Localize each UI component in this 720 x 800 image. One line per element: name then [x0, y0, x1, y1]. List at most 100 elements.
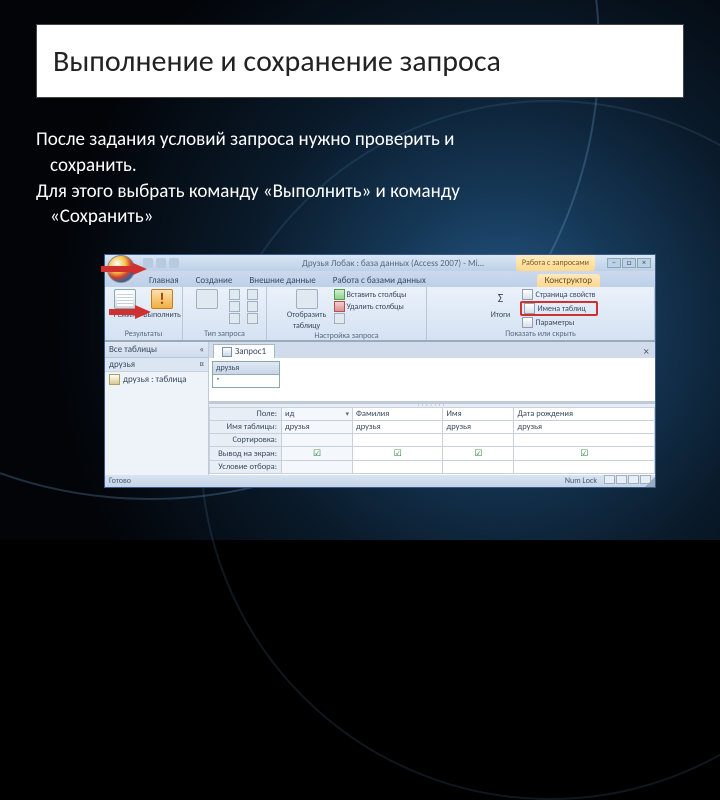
grid-cell[interactable]: [352, 461, 442, 474]
document-tabs: Запрос1 ×: [209, 342, 655, 358]
return-button[interactable]: [332, 313, 409, 324]
view-switcher[interactable]: [603, 475, 651, 487]
datasheet-icon: [114, 289, 136, 309]
grid-cell[interactable]: Дата рождения: [514, 408, 655, 421]
parameters-button[interactable]: Параметры: [520, 317, 597, 328]
button-label: Страница свойств: [535, 290, 595, 300]
query-icon: [229, 289, 240, 300]
grid-cell[interactable]: Фамилия: [352, 408, 442, 421]
table-icon: [109, 374, 120, 385]
nav-group[interactable]: друзья ¤: [105, 358, 208, 372]
grid-cell[interactable]: друзья: [282, 421, 353, 434]
querytype-button[interactable]: [245, 313, 260, 324]
grid-cell[interactable]: ид▾: [282, 408, 353, 421]
tab-create[interactable]: Создание: [188, 274, 241, 287]
delete-columns-button[interactable]: Удалить столбцы: [332, 301, 409, 312]
querytype-button[interactable]: [227, 301, 242, 312]
button-label: таблицу: [293, 321, 320, 331]
maximize-button[interactable]: □: [622, 258, 636, 268]
insert-icon: [334, 289, 345, 300]
table-field-list[interactable]: друзья *: [212, 361, 280, 388]
button-label: Имена таблиц: [537, 304, 585, 314]
grid-cell[interactable]: ☑: [282, 447, 353, 461]
button-label: Параметры: [535, 318, 574, 328]
resize-grip[interactable]: [645, 477, 655, 487]
query-icon: [229, 313, 240, 324]
quick-access-toolbar[interactable]: [143, 258, 179, 268]
nav-item-table[interactable]: друзья : таблица: [105, 372, 208, 387]
delete-icon: [334, 301, 345, 312]
document-tab-label: Запрос1: [235, 346, 266, 357]
checkbox-checked-icon[interactable]: ☑: [517, 448, 651, 459]
nav-header[interactable]: Все таблицы «: [105, 342, 208, 358]
button-label: Итоги: [491, 310, 510, 320]
query-icon: [247, 301, 258, 312]
select-query-button[interactable]: [190, 289, 224, 309]
grid-cell[interactable]: [443, 461, 514, 474]
grid-cell[interactable]: [352, 434, 442, 447]
document-tab[interactable]: Запрос1: [213, 344, 275, 358]
return-icon: [334, 313, 345, 324]
checkbox-checked-icon[interactable]: ☑: [446, 448, 510, 459]
view-icon[interactable]: [604, 475, 615, 484]
grid-cell[interactable]: ☑: [443, 447, 514, 461]
querytype-button[interactable]: [245, 301, 260, 312]
navigation-pane: Все таблицы « друзья ¤ друзья : таблица: [105, 342, 209, 475]
row-criteria-label: Условие отбора:: [210, 461, 282, 474]
body-line: Для этого выбрать команду «Выполнить» и …: [36, 180, 684, 204]
tab-home[interactable]: Главная: [141, 274, 187, 287]
querytype-button[interactable]: [227, 289, 242, 300]
view-icon[interactable]: [616, 475, 627, 484]
tab-external[interactable]: Внешние данные: [241, 274, 323, 287]
querytype-button[interactable]: [227, 313, 242, 324]
row-sort-label: Сортировка:: [210, 434, 282, 447]
select-query-icon: [196, 289, 218, 309]
table-names-button[interactable]: Имена таблиц: [520, 301, 597, 316]
redo-icon[interactable]: [169, 258, 179, 268]
chevron-left-icon[interactable]: «: [199, 344, 204, 355]
grid-cell[interactable]: [282, 461, 353, 474]
undo-icon[interactable]: [156, 258, 166, 268]
grid-cell[interactable]: друзья: [443, 421, 514, 434]
view-icon[interactable]: [628, 475, 639, 484]
slide-title-bar: Выполнение и сохранение запроса: [36, 24, 684, 98]
collapse-icon[interactable]: ¤: [200, 359, 204, 370]
querytype-button[interactable]: [245, 289, 260, 300]
checkbox-checked-icon[interactable]: ☑: [285, 448, 349, 459]
grid-cell[interactable]: друзья: [352, 421, 442, 434]
run-icon: [151, 289, 173, 309]
body-line: После задания условий запроса нужно пров…: [36, 128, 684, 152]
grid-cell[interactable]: [443, 434, 514, 447]
minimize-button[interactable]: –: [607, 258, 621, 268]
grid-cell[interactable]: ☑: [352, 447, 442, 461]
close-button[interactable]: ×: [637, 258, 651, 268]
button-label: Вставить столбцы: [347, 290, 407, 300]
checkbox-checked-icon[interactable]: ☑: [356, 448, 439, 459]
slide-title: Выполнение и сохранение запроса: [53, 43, 501, 80]
close-document-button[interactable]: ×: [638, 345, 655, 358]
tab-design[interactable]: Конструктор: [537, 274, 600, 287]
query-design-grid[interactable]: Поле: ид▾ Фамилия Имя Дата рождения Имя …: [209, 407, 655, 475]
grid-cell[interactable]: Имя: [443, 408, 514, 421]
grid-cell[interactable]: друзья: [514, 421, 655, 434]
dropdown-icon[interactable]: ▾: [345, 409, 349, 418]
property-icon: [522, 289, 533, 300]
totals-button[interactable]: Σ Итоги: [483, 289, 517, 320]
ribbon: Режим Выполнить Результаты: [105, 287, 655, 341]
grid-cell[interactable]: [514, 434, 655, 447]
query-icon: [229, 301, 240, 312]
access-window: Друзья Лобак : база данных (Access 2007)…: [104, 254, 656, 488]
property-sheet-button[interactable]: Страница свойств: [520, 289, 597, 300]
insert-columns-button[interactable]: Вставить столбцы: [332, 289, 409, 300]
grid-cell[interactable]: [514, 461, 655, 474]
window-titlebar: Друзья Лобак : база данных (Access 2007)…: [105, 255, 655, 271]
query-design-upper[interactable]: друзья *: [209, 358, 655, 404]
tab-dbtools[interactable]: Работа с базами данных: [325, 274, 434, 287]
table-row[interactable]: *: [213, 375, 279, 387]
show-table-button[interactable]: Отобразить таблицу: [285, 289, 329, 331]
grid-cell[interactable]: ☑: [514, 447, 655, 461]
body-line: «Сохранить»: [36, 205, 684, 229]
row-show-label: Вывод на экран:: [210, 447, 282, 461]
grid-cell[interactable]: [282, 434, 353, 447]
sigma-icon: Σ: [489, 289, 511, 309]
